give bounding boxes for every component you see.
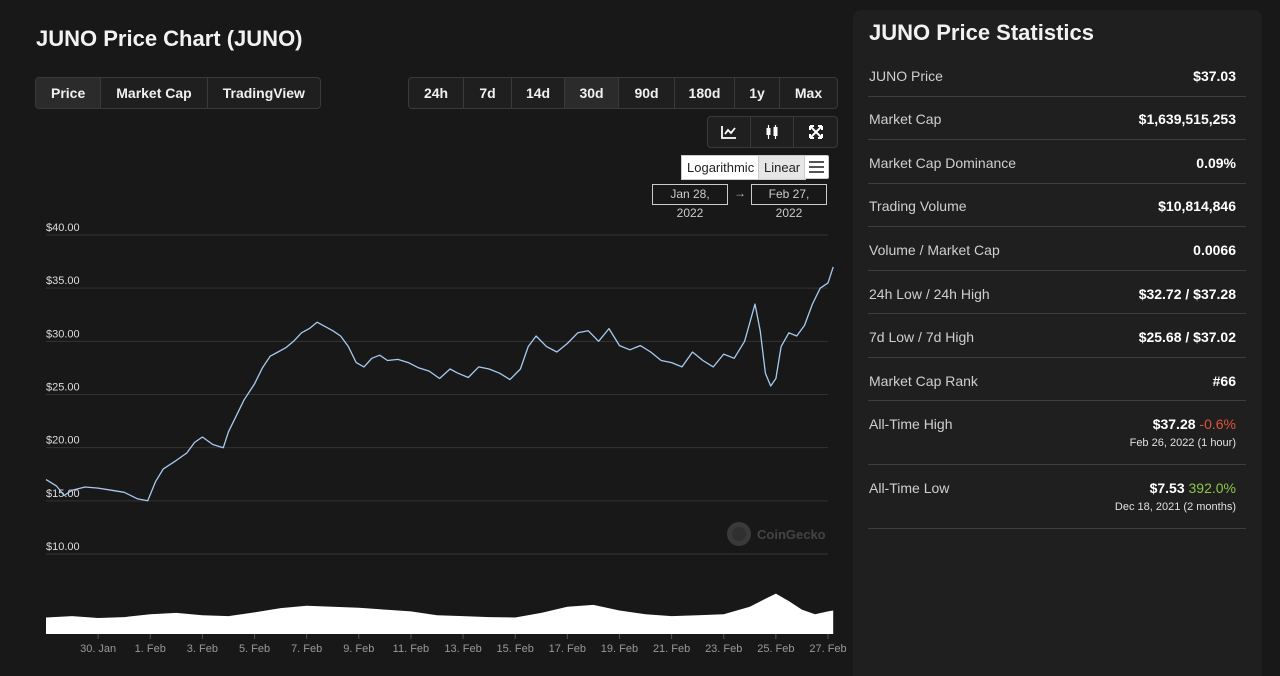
price-line <box>45 266 834 502</box>
stat-value: $37.28 -0.6% <box>1153 416 1236 432</box>
price-series <box>45 266 834 502</box>
stat-row-all-time-high: All-Time High $37.28 -0.6% Feb 26, 2022 … <box>868 401 1246 465</box>
stat-row-volume-market-cap: Volume / Market Cap 0.0066 <box>868 227 1246 271</box>
y-tick-label: $30.00 <box>46 328 80 340</box>
ath-value: $37.28 <box>1152 416 1196 432</box>
atl-value: $7.53 <box>1149 480 1185 496</box>
x-tick-label: 30. Jan <box>80 643 116 655</box>
x-tick-label: 9. Feb <box>343 643 374 655</box>
y-tick-label: $40.00 <box>46 222 80 234</box>
stat-label: 24h Low / 24h High <box>869 286 990 302</box>
stat-label: Trading Volume <box>869 198 967 214</box>
stat-row-rank: Market Cap Rank #66 <box>868 358 1246 401</box>
coingecko-watermark: CoinGecko <box>727 522 826 546</box>
y-tick-label: $35.00 <box>46 275 80 287</box>
x-tick-label: 15. Feb <box>497 643 534 655</box>
x-axis-ticks: 30. Jan 1. Feb 3. Feb 5. Feb 7. Feb 9. Feb 11.… <box>80 634 847 655</box>
stat-row-dominance: Market Cap Dominance 0.09% <box>868 140 1246 184</box>
price-statistics-panel: JUNO Price Statistics JUNO Price $37.03 … <box>853 10 1262 676</box>
y-tick-label: $10.00 <box>46 541 80 553</box>
volume-bars <box>46 593 834 634</box>
stats-title: JUNO Price Statistics <box>869 20 1094 45</box>
stat-value: $32.72 / $37.28 <box>1138 286 1236 302</box>
x-tick-label: 5. Feb <box>239 643 270 655</box>
x-tick-label: 25. Feb <box>757 643 794 655</box>
x-tick-label: 11. Feb <box>393 643 430 655</box>
ath-change: -0.6% <box>1199 416 1236 432</box>
y-tick-label: $20.00 <box>46 435 80 447</box>
x-tick-label: 7. Feb <box>291 643 322 655</box>
y-tick-label: $25.00 <box>46 382 80 394</box>
stat-value: #66 <box>1212 373 1236 389</box>
stat-label: JUNO Price <box>869 68 943 84</box>
stat-row-24h-range: 24h Low / 24h High $32.72 / $37.28 <box>868 271 1246 314</box>
stat-row-volume: Trading Volume $10,814,846 <box>868 184 1246 227</box>
x-tick-label: 21. Feb <box>653 643 690 655</box>
stat-value: $25.68 / $37.02 <box>1138 329 1236 345</box>
watermark-text: CoinGecko <box>757 527 826 542</box>
stat-label: Market Cap <box>869 111 942 127</box>
stat-label: Volume / Market Cap <box>869 242 1000 258</box>
stat-value: $37.03 <box>1193 68 1236 84</box>
stat-label: 7d Low / 7d High <box>869 329 975 345</box>
y-axis-ticks: $40.00$35.00$30.00$25.00$20.00$15.00$10.… <box>46 222 80 553</box>
atl-date: Dec 18, 2021 (2 months) <box>1114 501 1236 513</box>
stat-value: $10,814,846 <box>1158 198 1236 214</box>
atl-change: 392.0% <box>1188 480 1236 496</box>
x-tick-label: 17. Feb <box>549 643 586 655</box>
stat-value: $1,639,515,253 <box>1138 111 1236 127</box>
x-tick-label: 19. Feb <box>601 643 638 655</box>
x-tick-label: 27. Feb <box>809 643 846 655</box>
price-chart: $40.00$35.00$30.00$25.00$20.00$15.00$10.… <box>45 222 847 655</box>
ath-date: Feb 26, 2022 (1 hour) <box>1129 437 1236 449</box>
x-tick-label: 1. Feb <box>135 643 166 655</box>
stat-label: Market Cap Rank <box>869 373 978 389</box>
stat-label: Market Cap Dominance <box>869 155 1017 171</box>
grid-lines <box>46 234 828 555</box>
stat-row-7d-range: 7d Low / 7d High $25.68 / $37.02 <box>868 314 1246 358</box>
stat-row-market-cap: Market Cap $1,639,515,253 <box>868 97 1246 140</box>
volume-area <box>46 593 834 634</box>
x-tick-label: 23. Feb <box>705 643 742 655</box>
x-tick-label: 3. Feb <box>187 643 218 655</box>
stat-value: $7.53 392.0% <box>1150 480 1236 496</box>
stat-value: 0.0066 <box>1193 242 1236 258</box>
stat-label: All-Time High <box>869 416 953 432</box>
stat-row-price: JUNO Price $37.03 <box>868 54 1246 97</box>
x-tick-label: 13. Feb <box>444 643 481 655</box>
stat-value: 0.09% <box>1196 155 1236 171</box>
stat-row-all-time-low: All-Time Low $7.53 392.0% Dec 18, 2021 (… <box>868 465 1246 529</box>
chart-panel: JUNO Price Chart (JUNO) Price Market Cap… <box>0 0 850 676</box>
stat-label: All-Time Low <box>869 480 950 496</box>
